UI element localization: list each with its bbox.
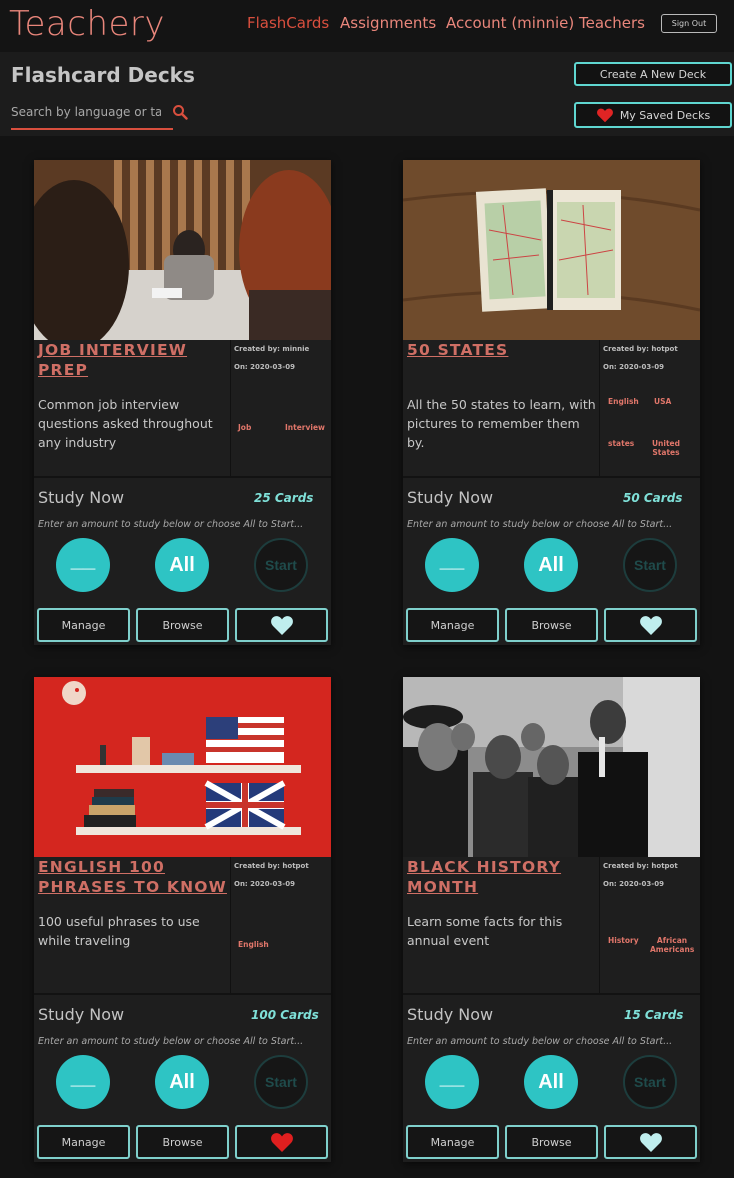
heart-icon (596, 108, 613, 123)
study-all-button[interactable]: All (155, 1055, 209, 1109)
top-navbar: Teachery FlashCards Assignments Account … (0, 0, 734, 52)
brand-logo[interactable]: Teachery (9, 4, 165, 44)
create-deck-label: Create A New Deck (599, 67, 707, 81)
search-icon[interactable] (172, 104, 188, 120)
study-now-label: Study Now (407, 488, 494, 507)
deck-card: 50 STATES Created by: hotpot On: 2020-03… (403, 160, 700, 645)
favorite-button[interactable] (235, 1125, 328, 1159)
deck-description: All the 50 states to learn, with picture… (407, 397, 596, 450)
deck-card: JOB INTERVIEW PREP Created by: minnie On… (34, 160, 331, 645)
deck-description: Common job interview questions asked thr… (38, 397, 213, 450)
nav-link-assignments[interactable]: Assignments (340, 14, 436, 32)
amount-input-button[interactable]: __ (56, 538, 110, 592)
deck-image-history (403, 677, 700, 857)
deck-tag[interactable]: History (608, 936, 639, 945)
divider (403, 476, 700, 478)
start-button[interactable]: Start (623, 538, 677, 592)
saved-decks-label: My Saved Decks (619, 108, 711, 122)
deck-image-english (34, 677, 331, 857)
deck-date: On: 2020-03-09 (234, 363, 295, 371)
meta-divider (230, 340, 231, 476)
heart-icon (270, 616, 293, 635)
manage-button[interactable]: Manage (37, 608, 130, 642)
saved-decks-button[interactable]: My Saved Decks (574, 102, 732, 128)
deck-date: On: 2020-03-09 (603, 880, 664, 888)
deck-title[interactable]: JOB INTERVIEW PREP (38, 340, 228, 380)
manage-button[interactable]: Manage (37, 1125, 130, 1159)
study-hint: Enter an amount to study below or choose… (407, 519, 673, 530)
amount-input-button[interactable]: __ (56, 1055, 110, 1109)
study-now-label: Study Now (38, 1005, 125, 1024)
browse-button[interactable]: Browse (136, 1125, 229, 1159)
manage-button[interactable]: Manage (406, 608, 499, 642)
deck-tag[interactable]: English (238, 940, 269, 949)
nav-link-flashcards[interactable]: FlashCards (247, 14, 329, 32)
start-button[interactable]: Start (623, 1055, 677, 1109)
meta-divider (599, 857, 600, 993)
study-all-button[interactable]: All (155, 538, 209, 592)
browse-button[interactable]: Browse (505, 608, 598, 642)
deck-tag[interactable]: African Americans (650, 936, 694, 954)
study-now-label: Study Now (407, 1005, 494, 1024)
nav-link-teachers[interactable]: Teachers (579, 14, 645, 32)
start-button[interactable]: Start (254, 1055, 308, 1109)
deck-tag[interactable]: states (608, 439, 634, 448)
deck-author: Created by: hotpot (234, 862, 309, 870)
page-title: Flashcard Decks (11, 63, 195, 87)
divider (403, 993, 700, 995)
decks-header: Flashcard Decks Create A New Deck My Sav… (0, 52, 734, 136)
amount-input-button[interactable]: __ (425, 538, 479, 592)
favorite-button[interactable] (604, 608, 697, 642)
deck-tag[interactable]: Job (238, 423, 251, 432)
heart-icon (639, 616, 662, 635)
deck-author: Created by: hotpot (603, 345, 678, 353)
deck-card: BLACK HISTORY MONTH Created by: hotpot O… (403, 677, 700, 1162)
deck-card: ENGLISH 100 PHRASES TO KNOW Created by: … (34, 677, 331, 1162)
deck-image-states (403, 160, 700, 340)
deck-tag[interactable]: Interview (285, 423, 325, 432)
deck-tag[interactable]: English (608, 397, 639, 406)
heart-icon (270, 1133, 293, 1152)
deck-author: Created by: minnie (234, 345, 310, 353)
card-count: 15 Cards (624, 1008, 684, 1022)
favorite-button[interactable] (604, 1125, 697, 1159)
deck-title[interactable]: ENGLISH 100 PHRASES TO KNOW (38, 857, 228, 897)
search-input[interactable] (11, 100, 161, 124)
study-hint: Enter an amount to study below or choose… (38, 1036, 304, 1047)
deck-description: Learn some facts for this annual event (407, 914, 563, 948)
nav-link-account[interactable]: Account (minnie) (446, 14, 574, 32)
study-all-button[interactable]: All (524, 538, 578, 592)
deck-date: On: 2020-03-09 (234, 880, 295, 888)
sign-out-button[interactable]: Sign Out (661, 14, 717, 33)
deck-description: 100 useful phrases to use while travelin… (38, 914, 200, 948)
card-count: 100 Cards (251, 1008, 319, 1022)
meta-divider (230, 857, 231, 993)
heart-icon (639, 1133, 662, 1152)
deck-image-interview (34, 160, 331, 340)
divider (34, 993, 331, 995)
deck-tag[interactable]: USA (654, 397, 671, 406)
deck-tag[interactable]: United States (649, 439, 683, 457)
deck-title[interactable]: BLACK HISTORY MONTH (407, 857, 597, 897)
manage-button[interactable]: Manage (406, 1125, 499, 1159)
study-hint: Enter an amount to study below or choose… (38, 519, 304, 530)
study-all-button[interactable]: All (524, 1055, 578, 1109)
card-count: 50 Cards (623, 491, 683, 505)
divider (34, 476, 331, 478)
study-now-label: Study Now (38, 488, 125, 507)
start-button[interactable]: Start (254, 538, 308, 592)
browse-button[interactable]: Browse (505, 1125, 598, 1159)
deck-date: On: 2020-03-09 (603, 363, 664, 371)
search-bar (11, 100, 173, 130)
study-hint: Enter an amount to study below or choose… (407, 1036, 673, 1047)
favorite-button[interactable] (235, 608, 328, 642)
meta-divider (599, 340, 600, 476)
browse-button[interactable]: Browse (136, 608, 229, 642)
amount-input-button[interactable]: __ (425, 1055, 479, 1109)
card-count: 25 Cards (254, 491, 314, 505)
deck-title[interactable]: 50 STATES (407, 340, 597, 360)
deck-author: Created by: hotpot (603, 862, 678, 870)
create-deck-button[interactable]: Create A New Deck (574, 62, 732, 86)
